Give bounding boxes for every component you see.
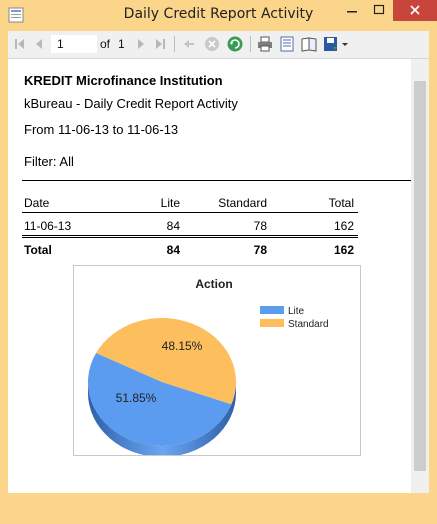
export-dropdown-icon[interactable] bbox=[340, 35, 350, 53]
close-button[interactable] bbox=[393, 0, 437, 21]
slice-label-lite: 51.85% bbox=[116, 391, 157, 405]
col-header-date: Date bbox=[24, 196, 50, 210]
report-subtitle: kBureau - Daily Credit Report Activity bbox=[24, 96, 238, 111]
print-icon[interactable] bbox=[256, 35, 274, 53]
chart-title: Action bbox=[195, 277, 232, 291]
totals-rule-double bbox=[22, 237, 358, 238]
export-icon[interactable] bbox=[322, 35, 340, 53]
legend-swatch-standard bbox=[260, 319, 284, 327]
totals-standard: 78 bbox=[253, 243, 267, 257]
totals-label: Total bbox=[24, 243, 52, 257]
vertical-scrollbar[interactable] bbox=[411, 59, 429, 493]
report-window: Daily Credit Report Activity 1 of 1 KRED… bbox=[0, 0, 437, 501]
back-icon[interactable] bbox=[180, 35, 198, 53]
next-page-icon[interactable] bbox=[132, 35, 150, 53]
refresh-icon[interactable] bbox=[226, 35, 244, 53]
totals-total: 162 bbox=[333, 243, 354, 257]
row-standard: 78 bbox=[253, 219, 267, 233]
col-header-lite: Lite bbox=[160, 196, 180, 210]
row-date: 11-06-13 bbox=[24, 219, 72, 233]
print-layout-icon[interactable] bbox=[278, 35, 296, 53]
previous-page-icon[interactable] bbox=[30, 35, 48, 53]
legend-label-standard: Standard bbox=[288, 319, 329, 330]
date-range: From 11-06-13 to 11-06-13 bbox=[24, 122, 179, 137]
filter-text: Filter: All bbox=[24, 154, 74, 169]
last-page-icon[interactable] bbox=[151, 35, 169, 53]
report-page: KREDIT Microfinance Institution kBureau … bbox=[8, 59, 411, 493]
legend-swatch-lite bbox=[260, 306, 284, 314]
minimize-button[interactable] bbox=[339, 0, 365, 21]
row-total: 162 bbox=[333, 219, 354, 233]
first-page-icon[interactable] bbox=[11, 35, 29, 53]
legend-label-lite: Lite bbox=[288, 306, 305, 317]
title-bar[interactable]: Daily Credit Report Activity bbox=[0, 0, 437, 31]
minimize-icon bbox=[347, 11, 357, 13]
toolbar-separator bbox=[174, 36, 175, 52]
col-header-standard: Standard bbox=[218, 196, 267, 210]
col-header-total: Total bbox=[328, 196, 354, 210]
page-setup-icon[interactable] bbox=[300, 35, 318, 53]
scrollbar-thumb[interactable] bbox=[414, 81, 426, 471]
totals-rule bbox=[22, 235, 358, 236]
org-name: KREDIT Microfinance Institution bbox=[24, 73, 223, 88]
stop-icon[interactable] bbox=[203, 35, 221, 53]
maximize-icon bbox=[373, 4, 385, 15]
pie-chart-svg: Action 51.85% 48.15% Lite Standard bbox=[87, 277, 329, 457]
close-icon bbox=[410, 5, 420, 15]
toolbar-separator bbox=[250, 36, 251, 52]
current-page-input[interactable]: 1 bbox=[51, 35, 97, 53]
status-strip bbox=[8, 508, 429, 524]
client-area: 1 of 1 KREDIT Microfinance Institution k… bbox=[8, 31, 429, 493]
totals-lite: 84 bbox=[166, 243, 180, 257]
pie-chart: Action 51.85% 48.15% Lite Standard bbox=[73, 265, 361, 457]
total-pages: 1 bbox=[118, 37, 125, 51]
report-toolbar: 1 of 1 bbox=[8, 31, 429, 59]
slice-label-standard: 48.15% bbox=[162, 339, 203, 353]
maximize-button[interactable] bbox=[366, 0, 392, 21]
header-rule bbox=[22, 180, 411, 181]
row-lite: 84 bbox=[166, 219, 180, 233]
of-label: of bbox=[100, 37, 111, 51]
table-header-rule bbox=[22, 212, 358, 213]
